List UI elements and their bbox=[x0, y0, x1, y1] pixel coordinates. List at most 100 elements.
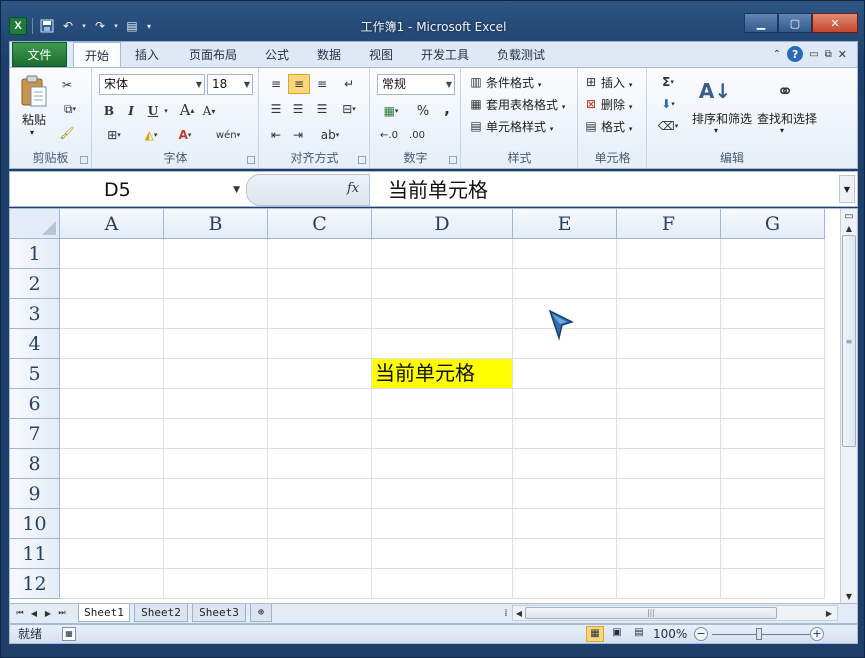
cell-e8[interactable] bbox=[513, 449, 617, 479]
increase-decimal-icon[interactable]: ←.0 bbox=[377, 126, 401, 144]
paste-icon[interactable] bbox=[18, 74, 50, 110]
middle-align-icon[interactable]: ≡ bbox=[288, 74, 310, 94]
zoom-slider-thumb[interactable] bbox=[756, 628, 762, 640]
cell-a2[interactable] bbox=[60, 269, 164, 299]
cell-b3[interactable] bbox=[164, 299, 268, 329]
tab-view[interactable]: 视图 bbox=[359, 42, 403, 68]
clear-icon[interactable]: ⌫ ▾ bbox=[654, 118, 682, 134]
workbook-restore-icon[interactable]: ⧉ bbox=[825, 49, 832, 60]
alignment-launcher-icon[interactable] bbox=[358, 156, 366, 164]
cell-c10[interactable] bbox=[268, 509, 372, 539]
binoculars-icon[interactable]: ⚭ bbox=[770, 74, 800, 108]
row-header-1[interactable]: 1 bbox=[10, 239, 60, 269]
cell-e2[interactable] bbox=[513, 269, 617, 299]
sheet-tab-sheet3[interactable]: Sheet3 bbox=[192, 604, 246, 622]
decrease-decimal-icon[interactable]: .00 bbox=[405, 126, 429, 144]
underline-dropdown-icon[interactable]: ▾ bbox=[161, 102, 171, 120]
row-header-12[interactable]: 12 bbox=[10, 569, 60, 599]
column-header-e[interactable]: E bbox=[513, 209, 617, 239]
cell-c4[interactable] bbox=[268, 329, 372, 359]
cell-d8[interactable] bbox=[372, 449, 513, 479]
cell-g3[interactable] bbox=[721, 299, 825, 329]
horizontal-scroll-thumb[interactable]: ||| bbox=[525, 607, 777, 619]
formula-input[interactable]: 当前单元格 bbox=[388, 174, 488, 206]
number-launcher-icon[interactable] bbox=[449, 156, 457, 164]
column-header-a[interactable]: A bbox=[60, 209, 164, 239]
top-align-icon[interactable]: ≡ bbox=[266, 74, 286, 94]
name-box[interactable]: D5 ▼ bbox=[10, 175, 244, 205]
cell-b9[interactable] bbox=[164, 479, 268, 509]
workbook-close-icon[interactable]: ✕ bbox=[838, 48, 847, 61]
chevron-down-icon[interactable]: ▼ bbox=[233, 175, 240, 205]
maximize-icon[interactable]: ▢ bbox=[778, 13, 812, 33]
cell-f8[interactable] bbox=[617, 449, 721, 479]
cell-c5[interactable] bbox=[268, 359, 372, 389]
sort-filter-icon[interactable]: A↓ bbox=[699, 74, 731, 108]
cell-a1[interactable] bbox=[60, 239, 164, 269]
merge-center-icon[interactable]: ⊟ ▾ bbox=[336, 100, 362, 118]
cell-f12[interactable] bbox=[617, 569, 721, 599]
column-header-f[interactable]: F bbox=[617, 209, 721, 239]
cell-g4[interactable] bbox=[721, 329, 825, 359]
wrap-text-icon[interactable]: ↵ bbox=[338, 74, 360, 94]
insert-sheet-icon[interactable]: ⊕ bbox=[250, 604, 272, 622]
cell-a4[interactable] bbox=[60, 329, 164, 359]
cell-a12[interactable] bbox=[60, 569, 164, 599]
cell-g11[interactable] bbox=[721, 539, 825, 569]
row-header-7[interactable]: 7 bbox=[10, 419, 60, 449]
cell-f11[interactable] bbox=[617, 539, 721, 569]
cell-e12[interactable] bbox=[513, 569, 617, 599]
tab-insert[interactable]: 插入 bbox=[125, 42, 169, 68]
cell-a9[interactable] bbox=[60, 479, 164, 509]
underline-button[interactable]: U bbox=[145, 102, 161, 120]
cell-d9[interactable] bbox=[372, 479, 513, 509]
column-header-c[interactable]: C bbox=[268, 209, 372, 239]
sort-dropdown-icon[interactable]: ▾ bbox=[714, 126, 718, 135]
shrink-font-button[interactable]: A ▾ bbox=[199, 102, 219, 120]
cell-c11[interactable] bbox=[268, 539, 372, 569]
format-painter-icon[interactable]: 🖌 bbox=[58, 124, 76, 142]
cell-f2[interactable] bbox=[617, 269, 721, 299]
cell-f6[interactable] bbox=[617, 389, 721, 419]
cell-e1[interactable] bbox=[513, 239, 617, 269]
cell-e6[interactable] bbox=[513, 389, 617, 419]
bottom-align-icon[interactable]: ≡ bbox=[312, 74, 332, 94]
cell-g6[interactable] bbox=[721, 389, 825, 419]
minimize-ribbon-icon[interactable]: ⌃ bbox=[773, 49, 781, 60]
cell-b10[interactable] bbox=[164, 509, 268, 539]
minimize-icon[interactable]: ▁ bbox=[744, 13, 778, 33]
row-header-8[interactable]: 8 bbox=[10, 449, 60, 479]
phonetic-guide-icon[interactable]: wén ▾ bbox=[213, 126, 243, 144]
column-header-g[interactable]: G bbox=[721, 209, 825, 239]
cell-f5[interactable] bbox=[617, 359, 721, 389]
cell-c9[interactable] bbox=[268, 479, 372, 509]
cell-c2[interactable] bbox=[268, 269, 372, 299]
cell-a7[interactable] bbox=[60, 419, 164, 449]
scroll-up-icon[interactable]: ▲ bbox=[842, 221, 856, 235]
cell-d4[interactable] bbox=[372, 329, 513, 359]
conditional-format-button[interactable]: 条件格式 ▾ bbox=[486, 74, 541, 91]
cell-b8[interactable] bbox=[164, 449, 268, 479]
cell-e9[interactable] bbox=[513, 479, 617, 509]
cell-f4[interactable] bbox=[617, 329, 721, 359]
find-select-button[interactable]: 查找和选择 bbox=[757, 110, 817, 127]
cell-c7[interactable] bbox=[268, 419, 372, 449]
cell-g2[interactable] bbox=[721, 269, 825, 299]
cell-e10[interactable] bbox=[513, 509, 617, 539]
cell-d1[interactable] bbox=[372, 239, 513, 269]
row-header-10[interactable]: 10 bbox=[10, 509, 60, 539]
vertical-scroll-thumb[interactable]: ≡ bbox=[842, 235, 856, 447]
cell-a6[interactable] bbox=[60, 389, 164, 419]
row-header-5[interactable]: 5 bbox=[10, 359, 60, 389]
format-as-table-button[interactable]: 套用表格格式 ▾ bbox=[486, 96, 565, 113]
active-cell-d5[interactable]: 当前单元格 bbox=[372, 359, 513, 389]
format-cells-button[interactable]: 格式 ▾ bbox=[601, 118, 632, 135]
cell-styles-button[interactable]: 单元格样式 ▾ bbox=[486, 118, 553, 135]
horizontal-scrollbar[interactable]: ◀ ||| ▶ bbox=[512, 605, 838, 621]
font-launcher-icon[interactable] bbox=[247, 156, 255, 164]
row-header-3[interactable]: 3 bbox=[10, 299, 60, 329]
page-break-view-icon[interactable]: ▤ bbox=[630, 626, 648, 642]
zoom-slider-track[interactable] bbox=[712, 634, 812, 635]
row-header-11[interactable]: 11 bbox=[10, 539, 60, 569]
orientation-icon[interactable]: ab ▾ bbox=[316, 126, 344, 144]
